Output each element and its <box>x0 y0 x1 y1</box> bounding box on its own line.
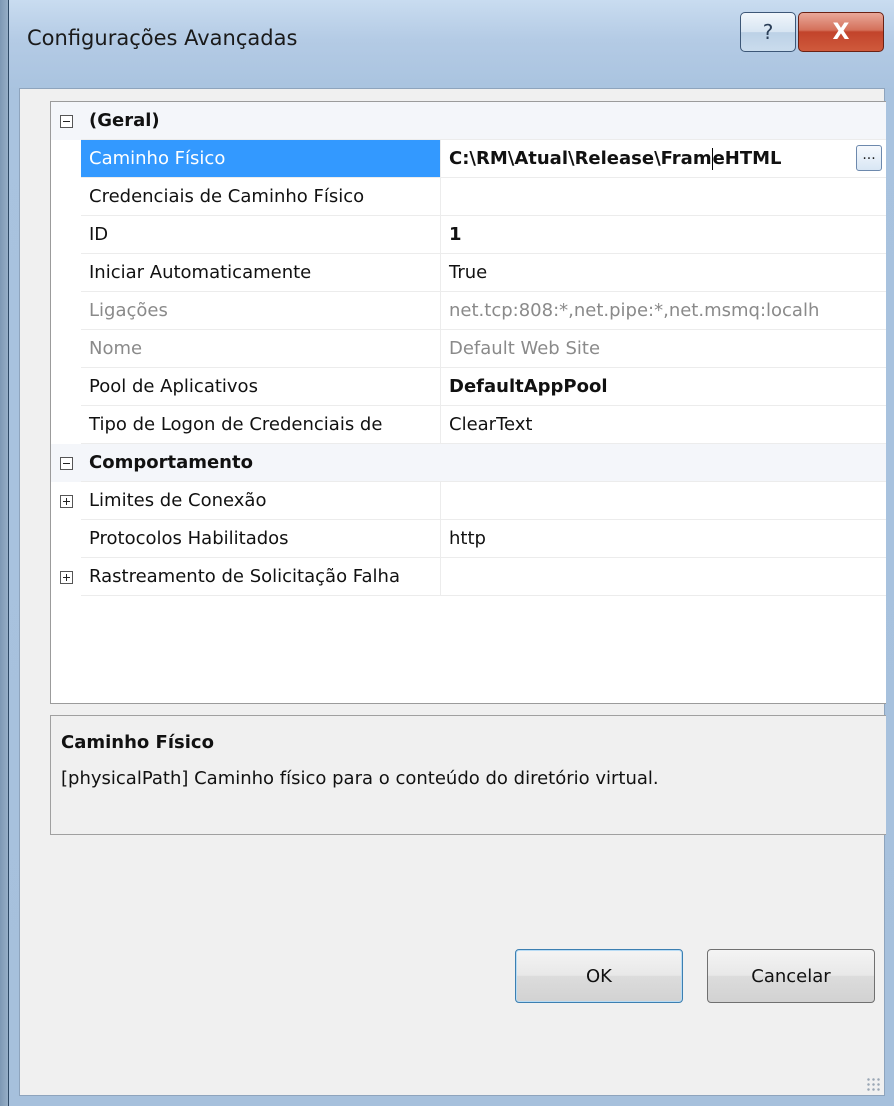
property-name[interactable]: ID <box>81 216 441 254</box>
ok-button[interactable]: OK <box>515 949 683 1003</box>
property-name[interactable]: Protocolos Habilitados <box>81 520 441 558</box>
property-row-id[interactable]: ID 1 <box>51 216 886 254</box>
property-name[interactable]: Rastreamento de Solicitação Falha <box>81 558 441 596</box>
property-row-pool-de-aplicativos[interactable]: Pool de Aplicativos DefaultAppPool <box>51 368 886 406</box>
property-value[interactable] <box>441 482 886 520</box>
property-value[interactable] <box>441 558 886 596</box>
property-name[interactable]: Ligações <box>81 292 441 330</box>
property-row-nome[interactable]: Nome Default Web Site <box>51 330 886 368</box>
help-icon: ? <box>762 20 774 44</box>
property-value[interactable]: ClearText <box>441 406 886 444</box>
collapse-icon[interactable] <box>59 456 73 470</box>
property-value[interactable] <box>441 178 886 216</box>
property-row-limites-de-conexao[interactable]: Limites de Conexão <box>51 482 886 520</box>
description-title: Caminho Físico <box>61 732 214 753</box>
property-value[interactable]: True <box>441 254 886 292</box>
close-icon: X <box>832 19 850 45</box>
property-value[interactable]: http <box>441 520 886 558</box>
property-row-protocolos-habilitados[interactable]: Protocolos Habilitados http <box>51 520 886 558</box>
property-name[interactable]: Nome <box>81 330 441 368</box>
title-bar[interactable]: Configurações Avançadas ? X <box>9 0 894 88</box>
property-name[interactable]: Tipo de Logon de Credenciais de <box>81 406 441 444</box>
property-name[interactable]: Credenciais de Caminho Físico <box>81 178 441 216</box>
help-button[interactable]: ? <box>740 12 796 52</box>
dialog-client-area: (Geral) Caminho Físico C:\RM\Atual\Relea… <box>19 88 886 1096</box>
property-name[interactable]: Caminho Físico <box>81 140 441 178</box>
description-text: [physicalPath] Caminho físico para o con… <box>61 768 659 789</box>
property-value[interactable]: 1 <box>441 216 886 254</box>
property-name[interactable]: Limites de Conexão <box>81 482 441 520</box>
property-name[interactable]: Iniciar Automaticamente <box>81 254 441 292</box>
advanced-settings-dialog: Configurações Avançadas ? X (Geral) Cami… <box>8 0 894 1106</box>
property-name[interactable]: Pool de Aplicativos <box>81 368 441 406</box>
expand-icon[interactable] <box>59 494 73 508</box>
property-row-iniciar-automaticamente[interactable]: Iniciar Automaticamente True <box>51 254 886 292</box>
category-comportamento[interactable]: Comportamento <box>51 444 886 482</box>
close-button[interactable]: X <box>798 12 884 52</box>
category-label: (Geral) <box>89 110 160 131</box>
browse-button[interactable]: ... <box>856 145 882 171</box>
property-grid[interactable]: (Geral) Caminho Físico C:\RM\Atual\Relea… <box>50 101 886 704</box>
property-value[interactable]: DefaultAppPool <box>441 368 886 406</box>
resize-grip-icon[interactable] <box>866 1077 880 1091</box>
property-value[interactable]: net.tcp:808:*,net.pipe:*,net.msmq:localh <box>441 292 886 330</box>
expand-icon[interactable] <box>59 570 73 584</box>
description-panel: Caminho Físico [physicalPath] Caminho fí… <box>50 715 886 835</box>
property-row-caminho-fisico[interactable]: Caminho Físico C:\RM\Atual\Release\Frame… <box>51 140 886 178</box>
collapse-icon[interactable] <box>59 114 73 128</box>
category-geral[interactable]: (Geral) <box>51 102 886 140</box>
property-row-credenciais[interactable]: Credenciais de Caminho Físico <box>51 178 886 216</box>
category-label: Comportamento <box>89 452 253 473</box>
property-row-ligacoes[interactable]: Ligações net.tcp:808:*,net.pipe:*,net.ms… <box>51 292 886 330</box>
property-value[interactable]: Default Web Site <box>441 330 886 368</box>
property-row-rastreamento[interactable]: Rastreamento de Solicitação Falha <box>51 558 886 596</box>
window-title: Configurações Avançadas <box>27 26 298 50</box>
property-value-input[interactable]: C:\RM\Atual\Release\FrameHTML <box>441 140 886 178</box>
cancel-button[interactable]: Cancelar <box>707 949 875 1003</box>
property-row-tipo-de-logon[interactable]: Tipo de Logon de Credenciais de ClearTex… <box>51 406 886 444</box>
